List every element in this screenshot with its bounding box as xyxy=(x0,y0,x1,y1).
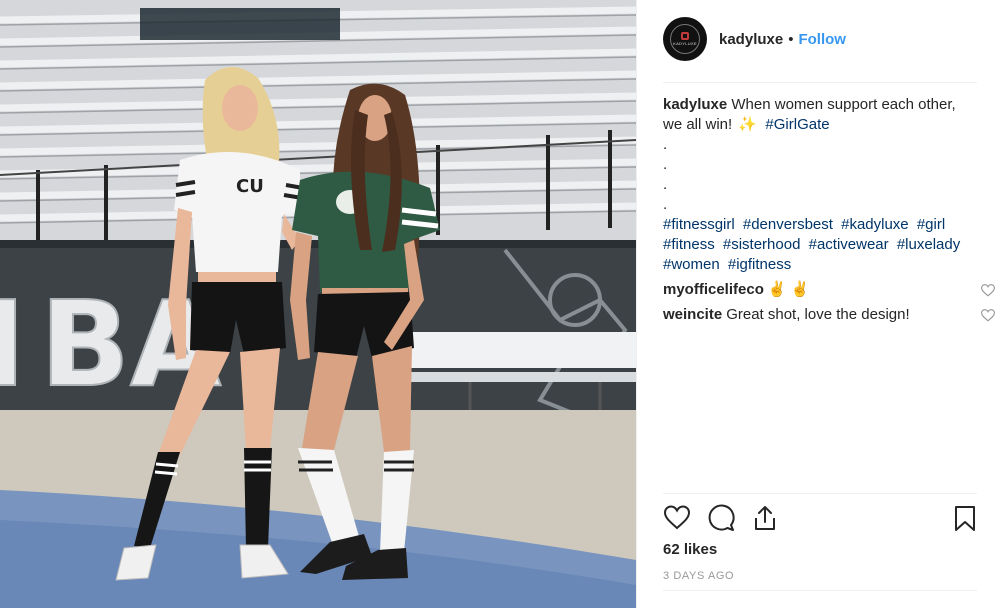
post-caption: kadyluxe When women support each other, … xyxy=(663,95,979,275)
comment-row: weincite Great shot, love the design! xyxy=(663,305,995,325)
header-separator: • xyxy=(788,30,794,48)
caption-author[interactable]: kadyluxe xyxy=(663,96,727,113)
author-username[interactable]: kadyluxe xyxy=(719,31,783,48)
svg-text:B: B xyxy=(40,275,130,413)
hashtag-link[interactable]: #fitnessgirl xyxy=(663,216,735,233)
comment-row: myofficelifeco ✌️ ✌️ xyxy=(663,280,995,300)
likes-count[interactable]: 62 likes xyxy=(663,541,717,558)
comment-icon[interactable] xyxy=(707,504,735,532)
hashtag-girlgate[interactable]: #GirlGate xyxy=(765,116,829,133)
post-timestamp: 3 DAYS AGO xyxy=(663,570,735,582)
post-actions xyxy=(663,504,979,534)
post-photo-illustration: I B A CU xyxy=(0,0,636,608)
bookmark-icon[interactable] xyxy=(951,504,979,532)
svg-text:I: I xyxy=(0,275,26,413)
hashtag-link[interactable]: #fitness xyxy=(663,236,715,253)
hashtag-link[interactable]: #activewear xyxy=(809,236,889,253)
heart-icon[interactable] xyxy=(663,504,691,532)
hashtag-link[interactable]: #girl xyxy=(917,216,945,233)
share-icon[interactable] xyxy=(751,504,779,532)
comment-text: Great shot, love the design! xyxy=(726,306,910,323)
comment-author[interactable]: myofficelifeco xyxy=(663,280,764,300)
kadyluxe-logo-icon: KADYLUXE xyxy=(670,24,700,54)
caption-dot-line: . xyxy=(663,196,668,213)
hashtag-link[interactable]: #sisterhood xyxy=(723,236,801,253)
header-divider xyxy=(663,82,977,83)
hashtag-link[interactable]: #denversbest xyxy=(743,216,833,233)
hashtag-link[interactable]: #igfitness xyxy=(728,256,791,273)
caption-hashtags: #fitnessgirl #denversbest #kadyluxe #gir… xyxy=(663,215,979,275)
comment-text: ✌️ ✌️ xyxy=(767,281,810,298)
logo-mark-icon xyxy=(681,32,689,40)
comment-like-heart-icon[interactable] xyxy=(981,284,995,297)
actions-divider xyxy=(663,493,977,494)
svg-text:CU: CU xyxy=(236,176,264,197)
hashtag-link[interactable]: #kadyluxe xyxy=(841,216,909,233)
hashtag-link[interactable]: #women xyxy=(663,256,720,273)
post-photo[interactable]: I B A CU xyxy=(0,0,636,608)
caption-dot-line: . xyxy=(663,176,668,193)
comment-author[interactable]: weincite xyxy=(663,305,722,325)
sparkle-emoji: ✨ xyxy=(738,116,758,133)
post-header: KADYLUXE kadyluxe • Follow xyxy=(663,16,977,62)
follow-button[interactable]: Follow xyxy=(798,31,846,48)
avatar-text: KADYLUXE xyxy=(673,41,697,46)
hashtag-link[interactable]: #luxelady xyxy=(897,236,960,253)
comments-section: kadyluxe When women support each other, … xyxy=(663,95,995,325)
post-details-panel: KADYLUXE kadyluxe • Follow kadyluxe When… xyxy=(636,0,1000,608)
kadyluxe-logo-avatar[interactable]: KADYLUXE xyxy=(663,17,707,61)
comment-like-heart-icon[interactable] xyxy=(981,309,995,322)
footer-divider xyxy=(663,590,977,591)
caption-dot-line: . xyxy=(663,156,668,173)
caption-dot-line: . xyxy=(663,136,668,153)
